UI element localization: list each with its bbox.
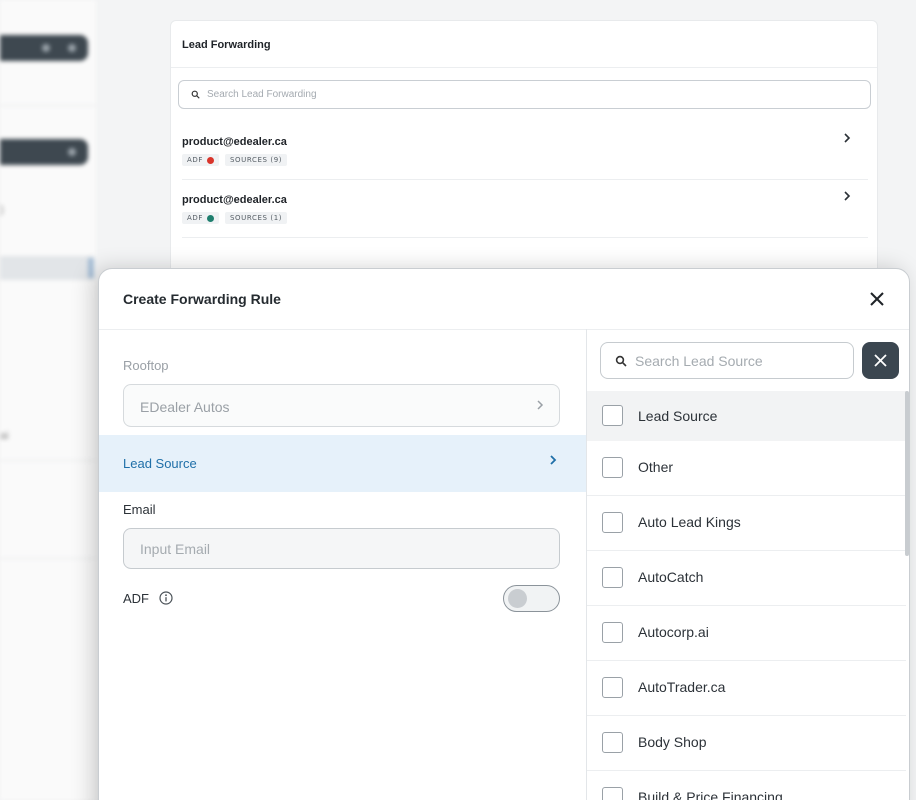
info-icon[interactable] [159, 591, 173, 605]
modal-title: Create Forwarding Rule [123, 291, 281, 307]
forwarding-email: product@edealer.ca [182, 136, 287, 148]
lead-source-search[interactable] [600, 342, 854, 379]
lead-forwarding-search[interactable]: Search Lead Forwarding [178, 80, 871, 109]
lead-source-list: Lead Source Other Auto Lead Kings AutoCa… [587, 391, 909, 800]
lead-source-label: Lead Source [123, 456, 197, 471]
source-name: Autocorp.ai [638, 624, 709, 640]
checkbox[interactable] [602, 677, 623, 698]
source-name: AutoCatch [638, 569, 704, 585]
rooftop-select[interactable]: EDealer Autos [123, 384, 560, 427]
rooftop-label: Rooftop [123, 358, 169, 373]
lead-source-selector[interactable]: Lead Source [99, 435, 586, 492]
sidebar-blurred-pill [0, 139, 88, 165]
chevron-right-icon [843, 189, 851, 205]
adf-toggle[interactable] [503, 585, 560, 612]
email-field[interactable] [123, 528, 560, 569]
list-item[interactable]: Autocorp.ai [587, 606, 906, 661]
sources-badge: SOURCES (1) [225, 212, 288, 224]
checkbox[interactable] [602, 787, 623, 800]
lead-forwarding-row[interactable]: product@edealer.ca ADF SOURCES (9) [171, 122, 877, 180]
lead-forwarding-row[interactable]: product@edealer.ca ADF SOURCES (1) [171, 180, 877, 238]
checkbox[interactable] [602, 732, 623, 753]
scrollbar[interactable] [905, 391, 909, 556]
card-title: Lead Forwarding [182, 39, 271, 51]
search-input[interactable] [635, 351, 845, 371]
list-item[interactable]: Build & Price Financing [587, 771, 906, 800]
chevron-right-icon [535, 398, 545, 417]
list-item[interactable]: Lead Source [587, 391, 906, 441]
create-forwarding-rule-modal: Create Forwarding Rule Rooftop EDealer A… [98, 268, 910, 800]
source-name: Build & Price Financing [638, 789, 783, 800]
source-name: Body Shop [638, 734, 707, 750]
background-sidebar: ) ai [0, 0, 96, 800]
adf-label: ADF [123, 591, 149, 606]
checkbox[interactable] [602, 622, 623, 643]
email-label: Email [123, 502, 156, 517]
chevron-right-icon [843, 131, 851, 147]
forwarding-email: product@edealer.ca [182, 194, 287, 206]
source-name: Other [638, 459, 674, 475]
list-item[interactable]: AutoCatch [587, 551, 906, 606]
source-name: Auto Lead Kings [638, 514, 741, 530]
checkbox[interactable] [602, 567, 623, 588]
chevron-right-icon [548, 453, 558, 472]
close-icon [874, 354, 887, 367]
check-status-icon [207, 214, 215, 222]
list-item[interactable]: Body Shop [587, 716, 906, 771]
list-item[interactable]: AutoTrader.ca [587, 661, 906, 716]
checkbox[interactable] [602, 512, 623, 533]
toggle-knob [508, 589, 527, 608]
sidebar-blurred-pill [0, 35, 88, 61]
adf-badge: ADF [182, 154, 220, 166]
rooftop-value: EDealer Autos [140, 399, 230, 415]
adf-badge: ADF [182, 212, 220, 224]
checkbox[interactable] [602, 405, 623, 426]
source-name: Lead Source [638, 408, 718, 424]
error-status-icon [207, 156, 215, 164]
clear-search-button[interactable] [862, 342, 899, 379]
search-icon [615, 355, 627, 367]
sidebar-selected-item [0, 256, 94, 280]
sources-badge: SOURCES (9) [225, 154, 288, 166]
close-icon[interactable] [867, 289, 887, 309]
source-name: AutoTrader.ca [638, 679, 726, 695]
search-icon [191, 90, 200, 99]
checkbox[interactable] [602, 457, 623, 478]
search-placeholder: Search Lead Forwarding [207, 89, 317, 100]
list-item[interactable]: Other [587, 441, 906, 496]
list-item[interactable]: Auto Lead Kings [587, 496, 906, 551]
